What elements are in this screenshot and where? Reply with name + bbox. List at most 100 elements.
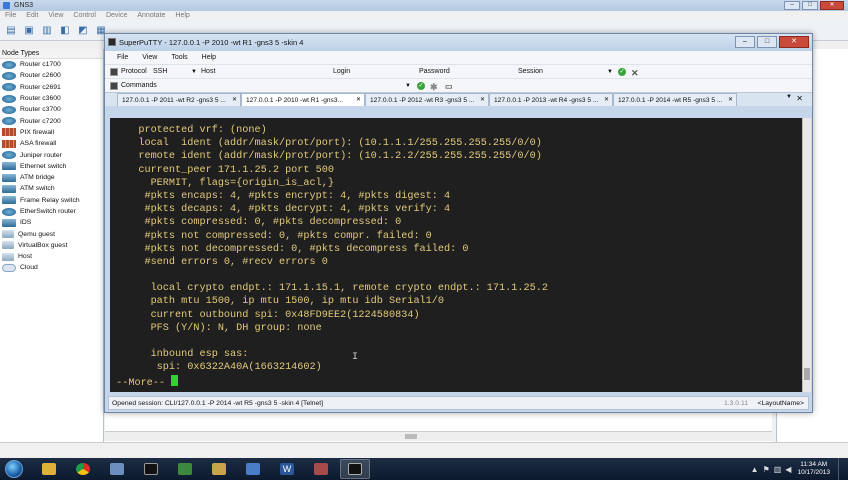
canvas-horizontal-scrollbar[interactable] xyxy=(105,431,772,441)
putty-close-button[interactable]: ✕ xyxy=(779,36,809,48)
putty-menu-file[interactable]: File xyxy=(117,51,128,64)
superputty-window: SuperPuTTY - 127.0.0.1 -P 2010 -wt R1 -g… xyxy=(104,33,813,413)
node-router-c7200[interactable]: Router c7200 xyxy=(0,115,103,126)
flag-icon[interactable]: ⚑ xyxy=(763,465,770,474)
close-icon[interactable]: ✕ xyxy=(480,94,485,106)
taskbar-superputty[interactable] xyxy=(340,459,370,479)
commands-dropdown-icon[interactable]: ▼ xyxy=(405,79,411,93)
snapshot-icon[interactable]: ◩ xyxy=(75,23,91,39)
putty-menu-help[interactable]: Help xyxy=(202,51,216,64)
show-desktop-button[interactable] xyxy=(838,458,848,480)
menu-file[interactable]: File xyxy=(5,11,16,21)
node-router-c3600[interactable]: Router c3600 xyxy=(0,93,103,104)
volume-icon[interactable]: ◀ xyxy=(785,465,791,474)
taskbar-cmd[interactable] xyxy=(136,459,166,479)
system-tray: ▲ ⚑ ▥ ◀ 11:34 AM 10/17/2013 xyxy=(747,458,848,480)
terminal-scrollbar-thumb[interactable] xyxy=(804,368,810,380)
send-command-icon[interactable]: ✓ xyxy=(417,82,425,90)
taskbar-tools[interactable] xyxy=(306,459,336,479)
node-asa-firewall[interactable]: ASA firewall xyxy=(0,138,103,149)
protocol-select[interactable]: SSH xyxy=(153,65,167,79)
node-ids[interactable]: IDS xyxy=(0,217,103,228)
taskbar-app[interactable] xyxy=(170,459,200,479)
taskbar-explorer[interactable] xyxy=(34,459,64,479)
close-icon[interactable]: ✕ xyxy=(232,94,237,106)
putty-maximize-button[interactable]: □ xyxy=(757,36,777,48)
node-frame-relay-switch[interactable]: Frame Relay switch xyxy=(0,195,103,206)
node-etherswitch-router[interactable]: EtherSwitch router xyxy=(0,206,103,217)
connect-icon[interactable]: ✓ xyxy=(618,68,626,76)
close-button[interactable]: ✕ xyxy=(820,1,844,10)
network-icon xyxy=(110,463,124,475)
node-router-c2600[interactable]: Router c2600 xyxy=(0,70,103,81)
node-atm-bridge[interactable]: ATM bridge xyxy=(0,172,103,183)
folder-icon xyxy=(212,463,226,475)
terminal-scrollbar[interactable] xyxy=(802,118,811,392)
router-icon xyxy=(2,71,16,80)
node-host[interactable]: Host xyxy=(0,251,103,262)
chrome-icon xyxy=(76,463,90,475)
maximize-button[interactable]: □ xyxy=(802,1,818,10)
tab-session-r2[interactable]: 127.0.0.1 -P 2011 -wt R2 -gns3 5 ... ✕ xyxy=(117,93,241,106)
chevron-down-icon[interactable]: ▼ xyxy=(191,65,197,79)
taskbar-folder[interactable] xyxy=(204,459,234,479)
tab-session-r3[interactable]: 127.0.0.1 -P 2012 -wt R3 -gns3 5 ... ✕ xyxy=(365,93,489,106)
close-icon[interactable]: ✕ xyxy=(728,94,733,106)
terminal-line: protected vrf: (none) xyxy=(120,125,267,136)
putty-title-bar: SuperPuTTY - 127.0.0.1 -P 2010 -wt R1 -g… xyxy=(105,34,812,51)
minimize-button[interactable]: – xyxy=(784,1,800,10)
close-icon[interactable]: ✕ xyxy=(356,94,361,106)
node-pix-firewall[interactable]: PIX firewall xyxy=(0,127,103,138)
layout-name[interactable]: <LayoutName> xyxy=(758,397,804,411)
taskbar-network[interactable] xyxy=(102,459,132,479)
node-virtualbox-guest[interactable]: VirtualBox guest xyxy=(0,240,103,251)
menu-annotate[interactable]: Annotate xyxy=(137,11,165,21)
version-text: 1.3.0.11 xyxy=(723,400,748,407)
tab-list-icon[interactable]: ▼ xyxy=(786,94,792,100)
network-status-icon[interactable]: ▥ xyxy=(774,465,782,474)
tab-session-r1[interactable]: 127.0.0.1 -P 2010 -wt R1 -gns3... ✕ xyxy=(241,93,365,106)
computer-icon xyxy=(2,230,14,239)
node-juniper-router[interactable]: Juniper router xyxy=(0,149,103,160)
clock[interactable]: 11:34 AM 10/17/2013 xyxy=(797,461,830,477)
tab-session-r5[interactable]: 127.0.0.1 -P 2014 -wt R5 -gns3 5 ... ✕ xyxy=(613,93,737,106)
menu-edit[interactable]: Edit xyxy=(26,11,38,21)
terminal-output[interactable]: protected vrf: (none) local ident (addr/… xyxy=(110,118,802,392)
putty-minimize-button[interactable]: – xyxy=(735,36,755,48)
export-icon[interactable]: ◧ xyxy=(57,23,73,39)
tab-session-r4[interactable]: 127.0.0.1 -P 2013 -wt R4 -gns3 5 ... ✕ xyxy=(489,93,613,106)
node-qemu-guest[interactable]: Qemu guest xyxy=(0,228,103,239)
taskbar-gns3[interactable] xyxy=(238,459,268,479)
save-project-icon[interactable]: ▥ xyxy=(39,23,55,39)
node-router-c3700[interactable]: Router c3700 xyxy=(0,104,103,115)
gns3-title-bar: GNS3 – □ ✕ xyxy=(0,0,848,11)
putty-menu-tools[interactable]: Tools xyxy=(171,51,187,64)
scrollbar-thumb[interactable] xyxy=(405,434,417,439)
menu-control[interactable]: Control xyxy=(73,11,96,21)
node-router-c1700[interactable]: Router c1700 xyxy=(0,59,103,70)
close-tab-icon[interactable]: ✕ xyxy=(796,94,803,103)
terminal-line: PERMIT, flags={origin_is_acl,} xyxy=(120,177,334,189)
terminal-line: spi: 0x6322A40A(1663214602) xyxy=(120,362,322,374)
arrow-up-icon[interactable]: ▲ xyxy=(751,465,759,474)
new-project-icon[interactable]: ▤ xyxy=(3,23,19,39)
session-dropdown-icon[interactable]: ▼ xyxy=(607,65,613,79)
open-project-icon[interactable]: ▣ xyxy=(21,23,37,39)
start-button[interactable] xyxy=(0,458,28,480)
putty-menu-view[interactable]: View xyxy=(142,51,157,64)
close-icon[interactable]: ✕ xyxy=(604,94,609,106)
gns3-title: GNS3 xyxy=(14,2,34,9)
taskbar-chrome[interactable] xyxy=(68,459,98,479)
taskbar-word[interactable]: W xyxy=(272,459,302,479)
ids-icon xyxy=(2,218,16,227)
node-cloud[interactable]: Cloud xyxy=(0,262,103,273)
menu-help[interactable]: Help xyxy=(175,11,189,21)
menu-view[interactable]: View xyxy=(48,11,63,21)
node-panel-title: Node Types xyxy=(0,49,103,59)
node-ethernet-switch[interactable]: Ethernet switch xyxy=(0,161,103,172)
menu-device[interactable]: Device xyxy=(106,11,127,21)
node-router-c2691[interactable]: Router c2691 xyxy=(0,82,103,93)
node-atm-switch[interactable]: ATM switch xyxy=(0,183,103,194)
firewall-icon xyxy=(2,139,16,148)
terminal-line: #pkts decaps: 4, #pkts decrypt: 4, #pkts… xyxy=(120,204,451,216)
